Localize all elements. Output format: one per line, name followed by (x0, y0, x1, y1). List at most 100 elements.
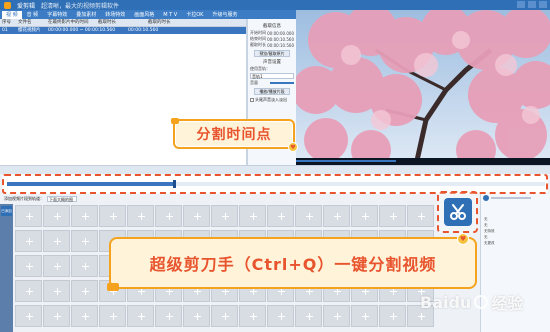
clip-slot[interactable] (407, 205, 434, 227)
clip-slot[interactable] (211, 205, 238, 227)
zoom-slider[interactable] (491, 197, 531, 199)
clip-slot[interactable] (43, 255, 70, 277)
tab-video[interactable]: 视 频 (2, 10, 22, 19)
clip-slot[interactable] (15, 205, 42, 227)
plus-icon (26, 263, 33, 270)
tab-upgrade[interactable]: 升级与服务 (208, 11, 241, 19)
cell-index: 01 (2, 28, 8, 33)
table-row[interactable]: 01 樱花视频片段.mp4 00:00:00.000 ~ 00:00:10.56… (0, 27, 246, 40)
super-scissors-button[interactable] (443, 198, 472, 226)
param-start-value[interactable]: 00:00:00.000 (267, 31, 294, 36)
clip-slot[interactable] (71, 280, 98, 302)
clip-slot[interactable] (71, 305, 98, 327)
clip-slot[interactable] (15, 230, 42, 252)
timeline-track[interactable] (7, 180, 545, 188)
tab-mtv[interactable]: M T V (159, 11, 181, 19)
callout-corner-decoration (171, 118, 179, 124)
clip-slot[interactable] (155, 305, 182, 327)
timeline-playhead[interactable] (172, 180, 176, 188)
param-duration-label: 截取时长 (250, 42, 266, 47)
tab-transitions[interactable]: 转场特效 (101, 11, 129, 19)
clip-slot[interactable] (323, 305, 350, 327)
plus-icon (362, 313, 369, 320)
close-button[interactable] (539, 1, 547, 8)
clip-slot[interactable] (295, 305, 322, 327)
added-clips-sidebar: 已添加 (0, 204, 13, 332)
plus-icon (306, 313, 313, 320)
clip-slot[interactable] (183, 305, 210, 327)
params-title: 截取信息 (263, 24, 281, 29)
plus-icon (222, 313, 229, 320)
clip-slot[interactable] (323, 205, 350, 227)
fade-checkbox-row[interactable]: 头尾声音淡入淡出 (250, 97, 294, 103)
plus-icon (334, 313, 341, 320)
plus-icon (110, 313, 117, 320)
tab-karaoke[interactable]: 卡拉OK (182, 11, 207, 19)
clip-slot[interactable] (295, 205, 322, 227)
clip-slot[interactable] (183, 205, 210, 227)
plus-icon (222, 288, 229, 295)
plus-icon (362, 213, 369, 220)
fade-checkbox[interactable] (250, 98, 254, 102)
col-cut-length: 截取时长 (98, 20, 116, 25)
clip-slot[interactable] (15, 280, 42, 302)
clip-slot[interactable] (351, 205, 378, 227)
tab-styles[interactable]: 画面风格 (130, 11, 158, 19)
clip-slot[interactable] (43, 230, 70, 252)
clip-slot[interactable] (99, 205, 126, 227)
plus-icon (54, 213, 61, 220)
clip-slot[interactable] (155, 205, 182, 227)
plus-icon (194, 288, 201, 295)
clip-slot[interactable] (379, 305, 406, 327)
plus-icon (166, 313, 173, 320)
plus-icon (54, 313, 61, 320)
volume-label: 音量 (250, 80, 258, 85)
split-point-callout-text: 分割时间点 (196, 127, 272, 143)
tab-audio[interactable]: 音 频 (23, 11, 43, 19)
clip-slot[interactable] (351, 305, 378, 327)
minimize-button[interactable] (517, 1, 525, 8)
clip-slot[interactable] (15, 255, 42, 277)
plus-icon (82, 213, 89, 220)
app-subtitle: 超清晰，最大的视频剪辑软件 (41, 2, 120, 10)
col-filename: 文件名 (18, 20, 32, 25)
clip-slot[interactable] (267, 305, 294, 327)
clip-slot[interactable] (43, 280, 70, 302)
clip-slot[interactable] (239, 205, 266, 227)
video-preview[interactable] (296, 10, 550, 165)
clip-slot[interactable] (239, 305, 266, 327)
scissors-highlight (437, 191, 478, 233)
clip-add-select[interactable]: 下面大概的图 (47, 196, 77, 202)
plus-icon (166, 288, 173, 295)
clip-slot[interactable] (379, 205, 406, 227)
zoom-icon[interactable] (483, 195, 489, 201)
plus-icon (138, 313, 145, 320)
plus-icon (334, 288, 341, 295)
clip-slot[interactable] (267, 205, 294, 227)
clip-slot[interactable] (127, 205, 154, 227)
tab-overlays[interactable]: 叠加素材 (72, 11, 100, 19)
clip-slot[interactable] (71, 230, 98, 252)
clip-slot[interactable] (43, 305, 70, 327)
plus-icon (82, 313, 89, 320)
split-point-callout: 分割时间点 ♥ (171, 118, 298, 152)
clip-slot[interactable] (127, 305, 154, 327)
clip-slot[interactable] (211, 305, 238, 327)
volume-slider[interactable] (270, 82, 294, 84)
plus-icon (250, 288, 257, 295)
clip-slot[interactable] (15, 305, 42, 327)
paw-icon (474, 295, 489, 309)
app-title: 爱剪辑 (17, 2, 36, 10)
plus-icon (362, 288, 369, 295)
param-end-value[interactable]: 00:00:10.560 (267, 37, 294, 42)
clip-slot[interactable] (99, 305, 126, 327)
tab-subtitles[interactable]: 字幕特效 (43, 11, 71, 19)
play-clip-button[interactable]: 播放/播放片段 (254, 88, 290, 95)
clip-slot[interactable] (71, 255, 98, 277)
maximize-button[interactable] (528, 1, 536, 8)
audio-track-select[interactable]: 音轨1 (250, 73, 294, 79)
preview-cut-button[interactable]: 预览/截取原片 (254, 50, 290, 57)
added-clips-tab[interactable]: 已添加 (1, 206, 12, 216)
clip-slot[interactable] (71, 205, 98, 227)
clip-slot[interactable] (43, 205, 70, 227)
